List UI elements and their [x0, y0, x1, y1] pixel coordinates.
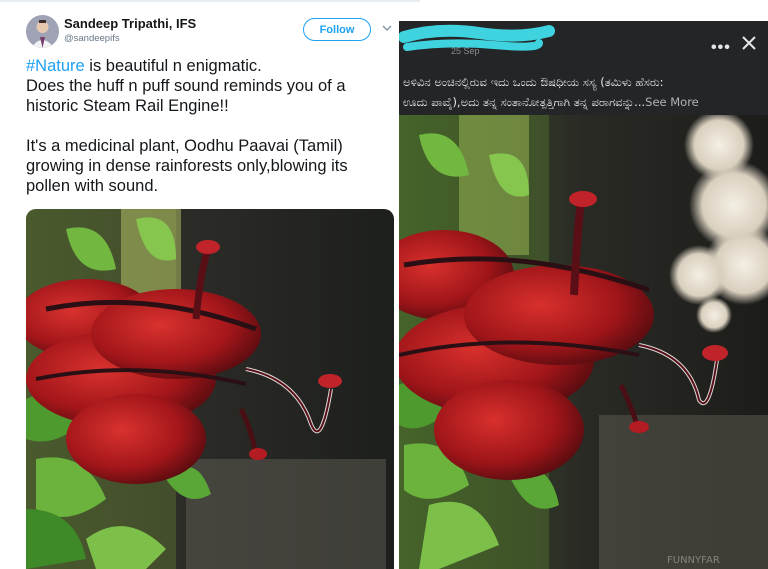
tweet-body: #Nature is beautiful n enigmatic. Does t… — [26, 56, 398, 196]
social-post: 25 Sep ••• ಅಳಿವಿನ ಅಂಚಿನಲ್ಲಿರುವ ಇದು ಒಂದು … — [399, 21, 768, 569]
avatar[interactable] — [26, 15, 59, 48]
caption-text: ಊದು ಪಾವೈ),ಅದು ತನ್ನ ಸಂತಾನೋತ್ಪತ್ತಿಗಾಗಿ ತನ್… — [403, 95, 646, 109]
caption-line: ಅಳಿವಿನ ಅಂಚಿನಲ್ಲಿರುವ ಇದು ಒಂದು ಔಷಧೀಯ ಸಸ್ಯ … — [403, 75, 664, 89]
post-header: 25 Sep ••• ಅಳಿವಿನ ಅಂಚಿನಲ್ಲಿರುವ ಇದು ಒಂದು … — [399, 21, 768, 115]
watermark: FUNNYFAR — [667, 555, 720, 566]
author-handle[interactable]: @sandeepifs — [64, 33, 120, 44]
screenshot-comparison: Sandeep Tripathi, IFS @sandeepifs Follow… — [0, 0, 768, 569]
hashtag-link[interactable]: #Nature — [26, 57, 85, 75]
post-date[interactable]: 25 Sep — [451, 46, 480, 56]
follow-button[interactable]: Follow — [303, 18, 371, 41]
tweet-line: growing in dense rainforests only,blowin… — [26, 157, 348, 175]
tweet-image[interactable] — [26, 209, 394, 569]
tweet-line: historic Steam Rail Engine!! — [26, 97, 229, 115]
tweet-text: is beautiful n enigmatic. — [84, 57, 262, 75]
post-image[interactable] — [399, 115, 768, 569]
more-options-icon[interactable]: ••• — [711, 39, 731, 57]
see-more-link[interactable]: See More — [645, 95, 699, 109]
divider — [0, 0, 420, 2]
chevron-down-icon[interactable] — [382, 24, 392, 32]
tweet-line: pollen with sound. — [26, 177, 159, 195]
tweet-line: Does the huff n puff sound reminds you o… — [26, 77, 346, 95]
caption-line: ಊದು ಪಾವೈ),ಅದು ತನ್ನ ಸಂತಾನೋತ್ಪತ್ತಿಗಾಗಿ ತನ್… — [403, 92, 765, 112]
tweet-line: It's a medicinal plant, Oodhu Paavai (Ta… — [26, 137, 343, 155]
post-caption: ಅಳಿವಿನ ಅಂಚಿನಲ್ಲಿರುವ ಇದು ಒಂದು ಔಷಧೀಯ ಸಸ್ಯ … — [403, 72, 765, 112]
tweet-card: Sandeep Tripathi, IFS @sandeepifs Follow… — [0, 0, 420, 569]
close-icon[interactable] — [741, 35, 757, 51]
redaction-scribble — [399, 24, 555, 51]
tweet-line: #Nature is beautiful n enigmatic. — [26, 56, 398, 76]
author-name[interactable]: Sandeep Tripathi, IFS — [64, 16, 196, 31]
